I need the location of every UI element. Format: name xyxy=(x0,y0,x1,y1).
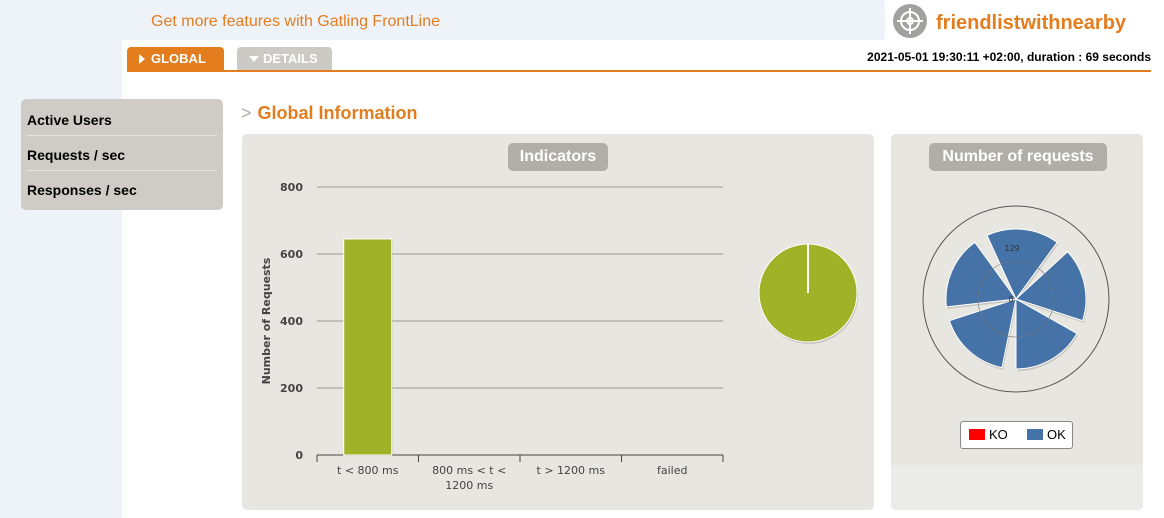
requests-legend: KO OK xyxy=(960,421,1073,449)
y-axis-label: Number of Requests xyxy=(260,257,273,384)
tab-global[interactable]: GLOBAL xyxy=(127,47,224,70)
target-icon xyxy=(893,4,927,38)
x-tick-label: 800 ms < t <1200 ms xyxy=(432,464,506,492)
y-tick-label: 200 xyxy=(280,382,303,395)
y-tick-label: 600 xyxy=(280,248,303,261)
polar-slice-ok xyxy=(948,298,1017,369)
requests-chart: 129 0 xyxy=(922,205,1110,393)
sidebar-item-requests-per-sec[interactable]: Requests / sec xyxy=(27,136,217,171)
legend-label-ko: KO xyxy=(989,427,1008,442)
section-title-text: Global Information xyxy=(257,103,418,123)
frontline-promo-link[interactable]: Get more features with Gatling FrontLine xyxy=(151,13,440,31)
bar xyxy=(343,238,393,456)
polar-radial-zero: 0 xyxy=(1008,295,1013,304)
run-info: 2021-05-01 19:30:11 +02:00, duration : 6… xyxy=(867,50,1151,64)
sidebar-item-active-users[interactable]: Active Users xyxy=(27,101,217,136)
y-tick-label: 800 xyxy=(280,181,303,194)
section-arrow: > xyxy=(241,103,252,123)
indicators-chart: 0 200 400 600 800 t < 800 ms 800 ms < t <1200 … xyxy=(260,181,858,492)
x-tick-label: t < 800 ms xyxy=(337,464,399,477)
sidebar-menu: Active Users Requests / sec Responses / … xyxy=(21,99,223,210)
y-tick-label: 0 xyxy=(295,449,303,462)
section-title: > Global Information xyxy=(241,103,418,124)
triangle-right-icon xyxy=(139,54,145,64)
sidebar-item-responses-per-sec[interactable]: Responses / sec xyxy=(27,171,217,206)
tabs-divider xyxy=(127,70,1151,72)
legend-item-ko[interactable]: KO xyxy=(969,428,1008,442)
polar-radial-label: 129 xyxy=(1004,244,1019,253)
indicators-panel: Indicators 0 200 400 600 800 t < 800 ms 800 ms… xyxy=(242,134,874,510)
legend-swatch-ok xyxy=(1027,429,1043,440)
legend-label-ok: OK xyxy=(1047,427,1066,442)
tab-details[interactable]: DETAILS xyxy=(237,47,332,70)
legend-swatch-ko xyxy=(969,429,985,440)
y-tick-label: 400 xyxy=(280,315,303,328)
tab-global-label: GLOBAL xyxy=(151,51,206,66)
simulation-header: friendlistwithnearby xyxy=(885,0,1164,42)
legend-item-ok[interactable]: OK xyxy=(1027,428,1066,442)
triangle-down-icon xyxy=(249,56,259,62)
tab-details-label: DETAILS xyxy=(263,51,318,66)
x-tick-label: failed xyxy=(657,464,687,477)
simulation-name: friendlistwithnearby xyxy=(936,12,1127,34)
requests-panel: Number of requests 129 0 KO OK xyxy=(891,134,1143,510)
x-tick-label: t > 1200 ms xyxy=(537,464,606,477)
